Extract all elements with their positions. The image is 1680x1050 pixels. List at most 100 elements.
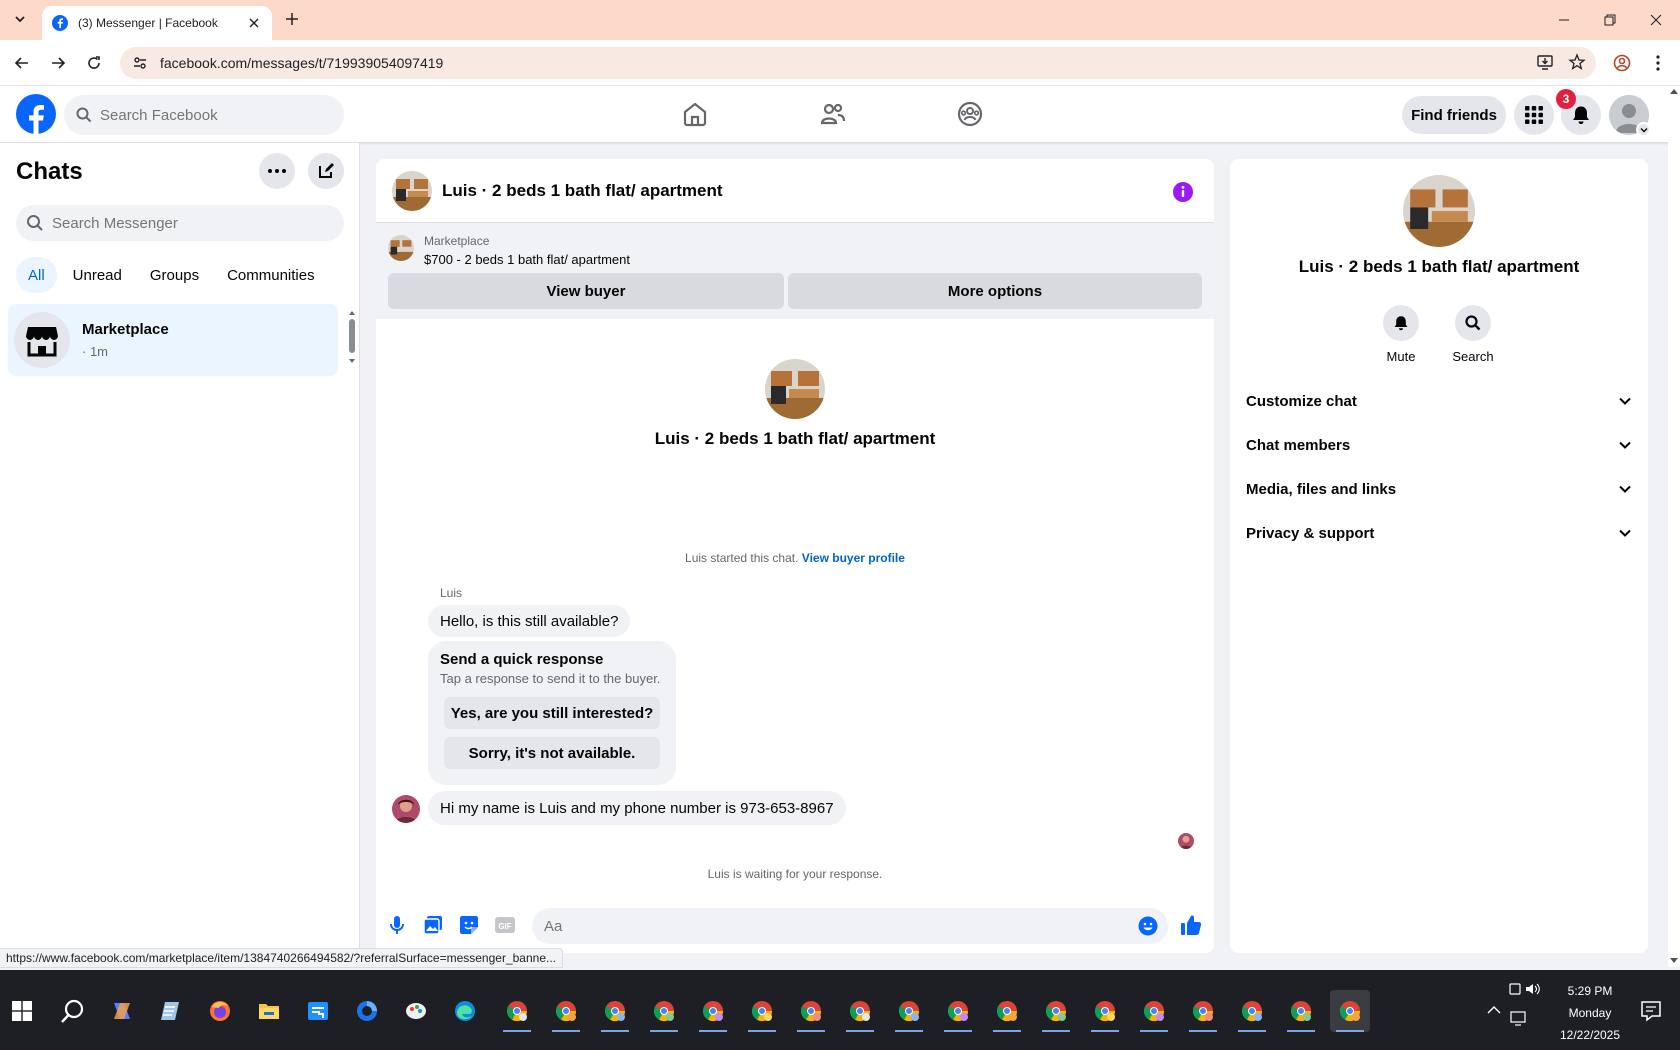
friends-icon[interactable] [819,100,847,128]
filter-groups[interactable]: Groups [138,257,211,293]
messenger-search-input[interactable] [52,214,322,232]
chat-members-section[interactable]: Chat members [1238,423,1640,467]
install-app-icon[interactable] [1536,53,1554,71]
close-window-icon[interactable] [1644,8,1668,32]
tray-status-icons[interactable] [1508,980,1544,1040]
chat-item-time: · 1m [82,344,108,359]
filter-unread[interactable]: Unread [61,257,134,293]
chrome-profile-icon[interactable] [889,990,929,1032]
chrome-profile-icon[interactable] [1183,990,1223,1032]
voice-clip-icon[interactable] [386,914,408,936]
quick-response-yes-button[interactable]: Yes, are you still interested? [444,697,660,729]
chrome-profile-icon[interactable] [1036,990,1076,1032]
chrome-profile-icon[interactable] [791,990,831,1032]
chat-list-item[interactable]: Marketplace · 1m [8,304,338,376]
restore-icon[interactable] [1598,8,1622,32]
search-conversation-button[interactable]: Search [1443,305,1503,364]
chrome-profile-icon[interactable] [1085,990,1125,1032]
filter-all[interactable]: All [16,257,57,293]
find-friends-button[interactable]: Find friends [1402,96,1506,134]
copilot-app-icon[interactable] [102,990,142,1032]
chat-options-icon[interactable] [259,153,295,189]
windows-start-icon[interactable] [12,1001,32,1021]
mute-button[interactable]: Mute [1371,305,1431,364]
bookmark-star-icon[interactable] [1568,53,1586,71]
show-hidden-icons-chevron-icon[interactable] [1486,1002,1502,1018]
privacy-support-section[interactable]: Privacy & support [1238,511,1640,555]
quick-response-sorry-button[interactable]: Sorry, it's not available. [444,737,660,769]
customize-chat-section[interactable]: Customize chat [1238,379,1640,423]
message-input-box[interactable] [532,908,1168,944]
edge-app-icon[interactable] [445,990,485,1032]
taskbar-clock[interactable]: 5:29 PM Monday 12/22/2025 [1548,980,1632,1046]
taskbar-search-icon[interactable] [60,998,86,1024]
more-options-button[interactable]: More options [788,273,1202,309]
attach-photo-icon[interactable] [422,914,444,936]
chrome-profile-icon[interactable] [546,990,586,1032]
tab-list-button[interactable] [8,7,32,31]
notification-center-icon[interactable] [1640,1000,1662,1022]
chrome-profile-icon[interactable] [1232,990,1272,1032]
chrome-profile-icon[interactable] [497,990,537,1032]
groups-icon[interactable] [956,100,984,128]
notes-app-icon[interactable] [151,990,191,1032]
listing-thumbnail [392,170,432,211]
facebook-logo-icon[interactable] [16,94,56,134]
emoji-icon[interactable] [1138,916,1158,936]
home-icon[interactable] [681,100,709,128]
chrome-active-window-icon[interactable] [1330,990,1370,1032]
chrome-profile-icon[interactable] [693,990,733,1032]
listing-price-title[interactable]: $700 - 2 beds 1 bath flat/ apartment [424,252,630,267]
edge-beta-app-icon[interactable] [347,990,387,1032]
view-buyer-button[interactable]: View buyer [388,273,784,309]
info-profile-picture[interactable] [1403,175,1475,247]
chrome-profile-icon[interactable] [987,990,1027,1032]
media-files-links-section[interactable]: Media, files and links [1238,467,1640,511]
chrome-profile-icon[interactable] [840,990,880,1032]
sticker-icon[interactable] [458,914,480,936]
chat-started-notice: Luis started this chat. View buyer profi… [376,551,1214,565]
back-icon[interactable] [10,51,34,75]
url-omnibox[interactable]: facebook.com/messages/t/719939054097419 [120,47,1596,79]
reload-icon[interactable] [82,51,106,75]
facebook-search-input[interactable] [100,106,320,124]
view-buyer-profile-link[interactable]: View buyer profile [802,551,905,565]
gif-icon[interactable]: GIF [494,914,516,936]
chrome-profile-icon[interactable] [742,990,782,1032]
conversation-info-icon[interactable] [1172,181,1194,203]
search-icon [1455,305,1491,341]
facebook-search-box[interactable] [64,95,344,135]
new-tab-icon[interactable] [282,9,302,29]
browser-tab-bar: (3) Messenger | Facebook [0,0,1680,40]
new-message-icon[interactable] [308,153,344,189]
chrome-profile-icon[interactable] [938,990,978,1032]
link-status-bar: https://www.facebook.com/marketplace/ite… [0,948,563,968]
paint-app-icon[interactable] [396,990,436,1032]
forward-icon[interactable] [46,51,70,75]
chrome-profile-icon[interactable] [644,990,684,1032]
conversation-header[interactable]: Luis · 2 beds 1 bath flat/ apartment [376,159,1214,223]
like-thumbs-up-icon[interactable] [1180,914,1202,936]
chrome-profile-icon[interactable] [1281,990,1321,1032]
chrome-profile-icon[interactable] [595,990,635,1032]
mute-label: Mute [1386,349,1416,364]
minimize-icon[interactable] [1552,8,1576,32]
chrome-profile-icon[interactable] [1134,990,1174,1032]
messenger-search-box[interactable] [16,205,344,241]
store-app-icon[interactable] [298,990,338,1032]
sender-name: Luis [440,586,463,600]
chat-list-scrollbar[interactable] [346,307,358,367]
filter-communities[interactable]: Communities [215,257,327,293]
close-tab-icon[interactable] [246,15,262,31]
file-explorer-icon[interactable] [249,990,289,1032]
site-settings-icon[interactable] [132,55,148,71]
firefox-app-icon[interactable] [200,990,240,1032]
message-input[interactable] [544,917,1124,935]
browser-menu-icon[interactable] [1646,51,1670,75]
chat-filter-tabs: All Unread Groups Communities [16,257,327,293]
menu-grid-icon[interactable] [1514,95,1554,135]
profile-account-icon[interactable] [1610,51,1634,75]
account-menu-chevron-icon[interactable] [1636,122,1651,137]
page-scrollbar[interactable] [1668,86,1680,967]
browser-tab[interactable]: (3) Messenger | Facebook [42,6,272,40]
